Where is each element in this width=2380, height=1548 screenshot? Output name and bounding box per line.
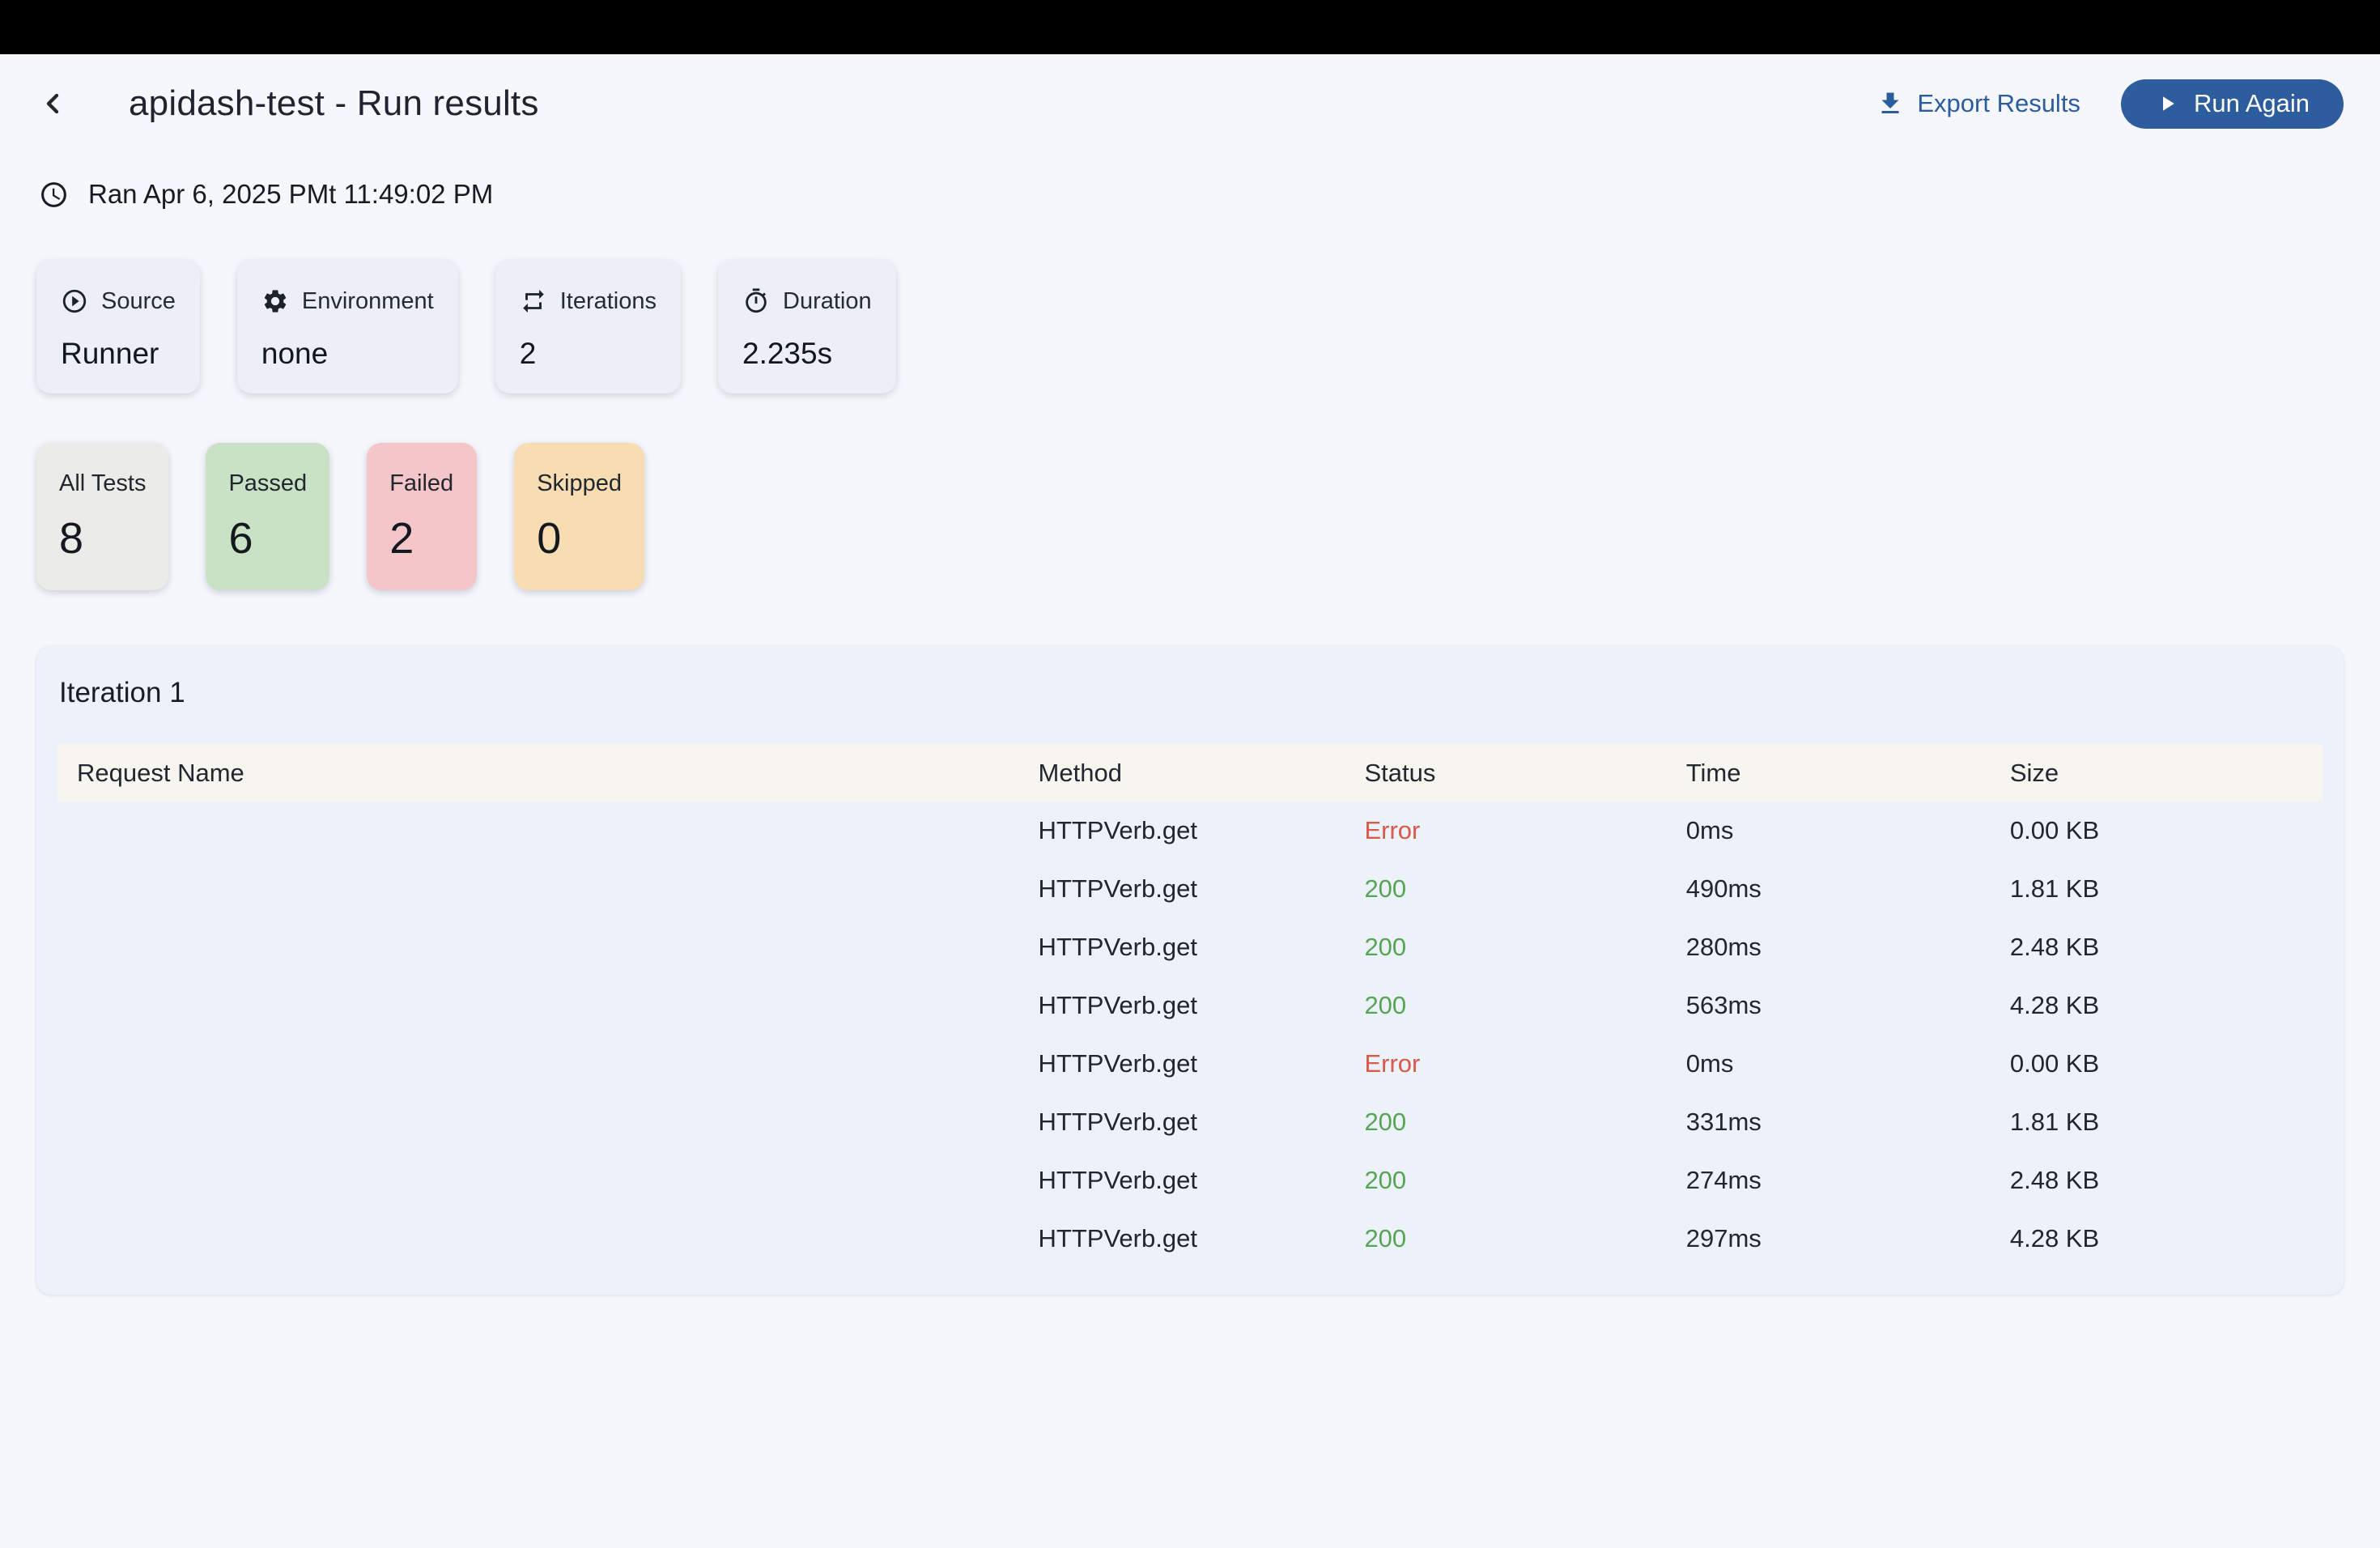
method-cell: HTTPVerb.get bbox=[1039, 1166, 1365, 1195]
table-row: HTTPVerb.get 200 490ms 1.81 KB bbox=[57, 860, 2323, 918]
stat-card-value: 8 bbox=[59, 513, 146, 563]
play-circle-icon bbox=[61, 287, 88, 315]
method-cell: HTTPVerb.get bbox=[1039, 991, 1365, 1020]
time-cell: 490ms bbox=[1686, 874, 2010, 904]
iteration-title: Iteration 1 bbox=[57, 677, 2323, 709]
summary-card-value: 2.235s bbox=[742, 337, 872, 371]
summary-card-label: Source bbox=[101, 288, 176, 315]
window-top-bar bbox=[0, 0, 2380, 54]
size-cell: 4.28 KB bbox=[2010, 1224, 2323, 1253]
method-cell: HTTPVerb.get bbox=[1039, 816, 1365, 845]
stat-card-label: Skipped bbox=[537, 470, 622, 497]
table-row: HTTPVerb.get 200 563ms 4.28 KB bbox=[57, 976, 2323, 1035]
column-header-method: Method bbox=[1039, 759, 1365, 788]
results-table-header: Request Name Method Status Time Size bbox=[57, 744, 2323, 802]
status-cell: 200 bbox=[1364, 991, 1685, 1020]
export-results-button[interactable]: Export Results bbox=[1876, 89, 2080, 118]
stat-card-label: All Tests bbox=[59, 470, 146, 497]
column-header-status: Status bbox=[1364, 759, 1685, 788]
time-cell: 0ms bbox=[1686, 816, 2010, 845]
method-cell: HTTPVerb.get bbox=[1039, 1224, 1365, 1253]
summary-card-iterations: Iterations 2 bbox=[495, 260, 681, 393]
time-cell: 280ms bbox=[1686, 933, 2010, 962]
stat-card-skipped[interactable]: Skipped 0 bbox=[514, 443, 644, 590]
stat-card-failed[interactable]: Failed 2 bbox=[367, 443, 477, 590]
column-header-time: Time bbox=[1686, 759, 2010, 788]
status-cell: Error bbox=[1364, 816, 1685, 845]
status-cell: 200 bbox=[1364, 933, 1685, 962]
time-cell: 0ms bbox=[1686, 1049, 2010, 1078]
iteration-results-panel: Iteration 1 Request Name Method Status T… bbox=[36, 646, 2344, 1295]
page-title: apidash-test - Run results bbox=[129, 83, 539, 124]
summary-card-label: Duration bbox=[783, 288, 872, 315]
status-cell: Error bbox=[1364, 1049, 1685, 1078]
back-button[interactable] bbox=[36, 81, 82, 126]
status-cell: 200 bbox=[1364, 1108, 1685, 1137]
results-table-body: HTTPVerb.get Error 0ms 0.00 KB HTTPVerb.… bbox=[57, 802, 2323, 1268]
stat-card-passed[interactable]: Passed 6 bbox=[206, 443, 329, 590]
run-results-page: apidash-test - Run results Export Result… bbox=[0, 77, 2380, 1295]
column-header-size: Size bbox=[2010, 759, 2323, 788]
export-results-label: Export Results bbox=[1917, 89, 2080, 118]
stat-card-all-tests[interactable]: All Tests 8 bbox=[36, 443, 168, 590]
time-cell: 274ms bbox=[1686, 1166, 2010, 1195]
chevron-left-icon bbox=[36, 87, 69, 120]
download-icon bbox=[1876, 89, 1905, 118]
column-header-request-name: Request Name bbox=[57, 759, 1039, 788]
summary-card-value: none bbox=[261, 337, 434, 371]
size-cell: 1.81 KB bbox=[2010, 1108, 2323, 1137]
table-row: HTTPVerb.get 200 331ms 1.81 KB bbox=[57, 1093, 2323, 1151]
stat-card-label: Passed bbox=[228, 470, 307, 497]
size-cell: 4.28 KB bbox=[2010, 991, 2323, 1020]
summary-card-label: Iterations bbox=[560, 288, 657, 315]
size-cell: 1.81 KB bbox=[2010, 874, 2323, 904]
time-cell: 331ms bbox=[1686, 1108, 2010, 1137]
method-cell: HTTPVerb.get bbox=[1039, 1108, 1365, 1137]
time-cell: 297ms bbox=[1686, 1224, 2010, 1253]
size-cell: 2.48 KB bbox=[2010, 933, 2323, 962]
table-row: HTTPVerb.get 200 297ms 4.28 KB bbox=[57, 1210, 2323, 1268]
summary-card-value: 2 bbox=[520, 337, 657, 371]
summary-card-label: Environment bbox=[302, 288, 434, 315]
status-cell: 200 bbox=[1364, 1224, 1685, 1253]
run-again-label: Run Again bbox=[2194, 89, 2310, 118]
summary-cards: Source Runner Environment none Iteration… bbox=[36, 260, 2344, 393]
stat-cards: All Tests 8 Passed 6 Failed 2 Skipped 0 bbox=[36, 443, 2344, 590]
run-again-button[interactable]: Run Again bbox=[2121, 79, 2344, 129]
summary-card-source: Source Runner bbox=[36, 260, 200, 393]
table-row: HTTPVerb.get 200 280ms 2.48 KB bbox=[57, 918, 2323, 976]
stopwatch-icon bbox=[742, 287, 770, 315]
status-cell: 200 bbox=[1364, 1166, 1685, 1195]
size-cell: 2.48 KB bbox=[2010, 1166, 2323, 1195]
status-cell: 200 bbox=[1364, 874, 1685, 904]
stat-card-label: Failed bbox=[389, 470, 454, 497]
size-cell: 0.00 KB bbox=[2010, 1049, 2323, 1078]
table-row: HTTPVerb.get 200 274ms 2.48 KB bbox=[57, 1151, 2323, 1210]
run-timestamp: Ran Apr 6, 2025 PMt 11:49:02 PM bbox=[88, 179, 493, 210]
size-cell: 0.00 KB bbox=[2010, 816, 2323, 845]
repeat-icon bbox=[520, 287, 547, 315]
method-cell: HTTPVerb.get bbox=[1039, 1049, 1365, 1078]
page-header: apidash-test - Run results Export Result… bbox=[36, 77, 2344, 130]
run-timestamp-row: Ran Apr 6, 2025 PMt 11:49:02 PM bbox=[36, 179, 2344, 210]
stat-card-value: 0 bbox=[537, 513, 622, 563]
play-icon bbox=[2155, 91, 2179, 116]
summary-card-value: Runner bbox=[61, 337, 176, 371]
method-cell: HTTPVerb.get bbox=[1039, 874, 1365, 904]
summary-card-environment: Environment none bbox=[237, 260, 458, 393]
clock-icon bbox=[39, 180, 69, 210]
gear-icon bbox=[261, 287, 289, 315]
time-cell: 563ms bbox=[1686, 991, 2010, 1020]
results-table: Request Name Method Status Time Size HTT… bbox=[57, 744, 2323, 1268]
method-cell: HTTPVerb.get bbox=[1039, 933, 1365, 962]
table-row: HTTPVerb.get Error 0ms 0.00 KB bbox=[57, 802, 2323, 860]
table-row: HTTPVerb.get Error 0ms 0.00 KB bbox=[57, 1035, 2323, 1093]
stat-card-value: 6 bbox=[228, 513, 307, 563]
stat-card-value: 2 bbox=[389, 513, 454, 563]
summary-card-duration: Duration 2.235s bbox=[718, 260, 896, 393]
